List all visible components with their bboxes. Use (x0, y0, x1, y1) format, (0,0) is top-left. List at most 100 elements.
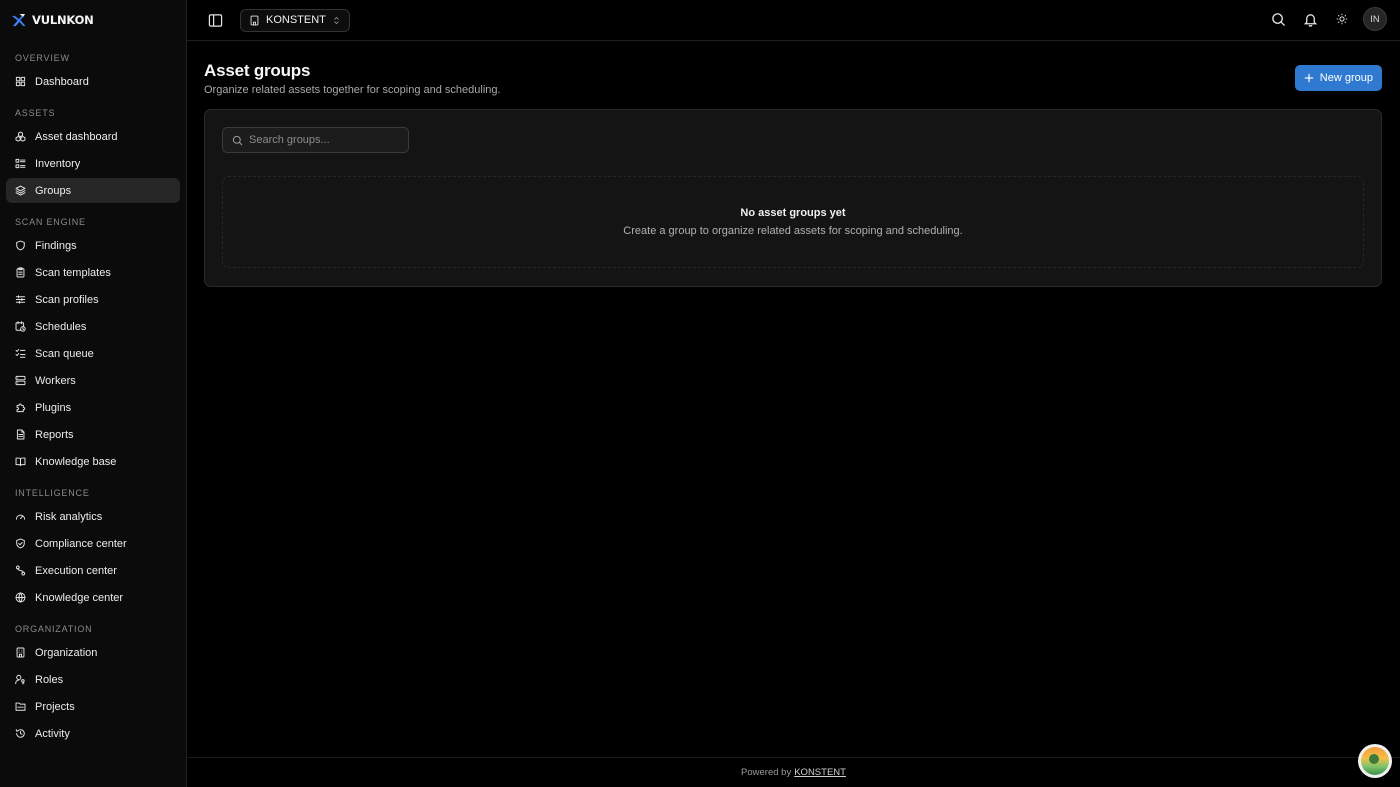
sidebar-item-label: Inventory (35, 157, 81, 170)
org-switcher[interactable]: KONSTENT (240, 8, 350, 32)
sidebar-section: OVERVIEW Dashboard (6, 52, 180, 94)
globe-icon (15, 592, 26, 603)
sidebar-item-label: Risk analytics (35, 510, 103, 523)
sun-icon (1336, 13, 1348, 25)
search-icon (232, 135, 243, 145)
sidebar-item-projects[interactable]: Projects (6, 694, 180, 719)
sidebar-item-label: Projects (35, 700, 75, 713)
sidebar-item-label: Asset dashboard (35, 130, 118, 143)
org-name: KONSTENT (266, 14, 326, 26)
sidebar-item-label: Groups (35, 184, 72, 197)
sidebar-section: ORGANIZATION Organization Roles Projects Act… (6, 623, 180, 746)
footer: Powered by KONSTENT (187, 757, 1400, 787)
new-group-label: New group (1319, 72, 1373, 84)
sidebar-item-knowledge-base[interactable]: Knowledge base (6, 449, 180, 474)
sidebar-item-label: Dashboard (35, 75, 89, 88)
sidebar-item-label: Activity (35, 727, 70, 740)
sidebar-item-knowledge-center[interactable]: Knowledge center (6, 585, 180, 610)
empty-state: No asset groups yet Create a group to or… (222, 176, 1364, 268)
sliders-icon (15, 294, 26, 305)
folder-icon (15, 701, 26, 712)
sidebar-item-plugins[interactable]: Plugins (6, 395, 180, 420)
sidebar-item-label: Knowledge center (35, 591, 124, 604)
sidebar-section-label: ASSETS (15, 108, 56, 118)
history-icon (15, 728, 26, 739)
page-header: Asset groups Organize related assets tog… (204, 61, 1382, 109)
list-checks-icon (15, 348, 26, 359)
sidebar-item-scan-queue[interactable]: Scan queue (6, 341, 180, 366)
sidebar-item-risk-analytics[interactable]: Risk analytics (6, 504, 180, 529)
search-groups-input[interactable] (249, 134, 399, 146)
sidebar-item-organization[interactable]: Organization (6, 640, 180, 665)
boxes-icon (15, 131, 26, 142)
brand[interactable]: VULNKON (0, 0, 186, 40)
topbar-actions: IN (1267, 7, 1387, 31)
puzzle-icon (15, 402, 26, 413)
sidebar-section: INTELLIGENCE Risk analytics Compliance cen… (6, 487, 180, 610)
sidebar-item-label: Compliance center (35, 537, 127, 550)
sidebar-item-label: Roles (35, 673, 64, 686)
topbar: KONSTENT IN (187, 0, 1400, 41)
sidebar-item-label: Organization (35, 646, 98, 659)
sidebar-item-scan-templates[interactable]: Scan templates (6, 260, 180, 285)
sidebar-item-groups[interactable]: Groups (6, 178, 180, 203)
toggle-sidebar-button[interactable] (204, 9, 226, 31)
book-icon (15, 456, 26, 467)
search-button[interactable] (1267, 8, 1289, 30)
search-groups-field[interactable] (222, 127, 409, 153)
sidebar-item-label: Execution center (35, 564, 117, 577)
user-avatar[interactable]: IN (1363, 7, 1387, 31)
sidebar-item-label: Workers (35, 374, 76, 387)
layers-icon (15, 185, 26, 196)
brand-name: VULNKON (32, 13, 94, 27)
grid-icon (15, 76, 26, 87)
building-icon (250, 15, 259, 25)
app-root: VULNKON OVERVIEW Dashboard ASSETS Asset das… (0, 0, 1400, 787)
clipboard-icon (15, 267, 26, 278)
server-icon (15, 375, 26, 386)
groups-card: No asset groups yet Create a group to or… (204, 109, 1382, 287)
sidebar-item-schedules[interactable]: Schedules (6, 314, 180, 339)
sidebar-item-workers[interactable]: Workers (6, 368, 180, 393)
gauge-icon (15, 511, 26, 522)
list-icon (15, 158, 26, 169)
empty-state-description: Create a group to organize related asset… (623, 225, 963, 237)
notifications-button[interactable] (1299, 8, 1321, 30)
sidebar-item-findings[interactable]: Findings (6, 233, 180, 258)
calendar-clock-icon (15, 321, 26, 332)
page-content: Asset groups Organize related assets tog… (187, 41, 1400, 287)
sidebar-item-label: Knowledge base (35, 455, 117, 468)
sidebar-item-label: Scan templates (35, 266, 111, 279)
sidebar-item-asset-dashboard[interactable]: Asset dashboard (6, 124, 180, 149)
sidebar-item-compliance-center[interactable]: Compliance center (6, 531, 180, 556)
sidebar-item-label: Scan queue (35, 347, 94, 360)
sidebar-item-label: Schedules (35, 320, 87, 333)
search-icon (1271, 12, 1285, 26)
sidebar-item-scan-profiles[interactable]: Scan profiles (6, 287, 180, 312)
footer-konstent-link[interactable]: KONSTENT (794, 767, 846, 778)
sidebar-item-inventory[interactable]: Inventory (6, 151, 180, 176)
sidebar-item-roles[interactable]: Roles (6, 667, 180, 692)
route-icon (15, 565, 26, 576)
assistant-bubble[interactable] (1358, 744, 1392, 778)
empty-state-title: No asset groups yet (740, 207, 846, 219)
theme-toggle-button[interactable] (1331, 8, 1353, 30)
sidebar-nav: OVERVIEW Dashboard ASSETS Asset dashboard In… (0, 52, 186, 746)
sidebar-section: SCAN ENGINE Findings Scan templates Scan pr… (6, 216, 180, 474)
sidebar-section-label: SCAN ENGINE (15, 217, 86, 227)
footer-prefix: Powered by (741, 767, 792, 778)
sidebar-section-label: OVERVIEW (15, 53, 70, 63)
new-group-button[interactable]: New group (1294, 65, 1382, 91)
file-text-icon (15, 429, 26, 440)
sidebar-item-dashboard[interactable]: Dashboard (6, 69, 180, 94)
page-title: Asset groups (204, 61, 311, 80)
sidebar-item-label: Plugins (35, 401, 72, 414)
sidebar-item-execution-center[interactable]: Execution center (6, 558, 180, 583)
sidebar-section: ASSETS Asset dashboard Inventory Groups (6, 107, 180, 203)
sidebar-item-reports[interactable]: Reports (6, 422, 180, 447)
building-icon (15, 647, 26, 658)
plus-icon (1304, 73, 1313, 83)
sidebar: VULNKON OVERVIEW Dashboard ASSETS Asset das… (0, 0, 187, 787)
sidebar-item-activity[interactable]: Activity (6, 721, 180, 746)
sidebar-item-label: Reports (35, 428, 74, 441)
